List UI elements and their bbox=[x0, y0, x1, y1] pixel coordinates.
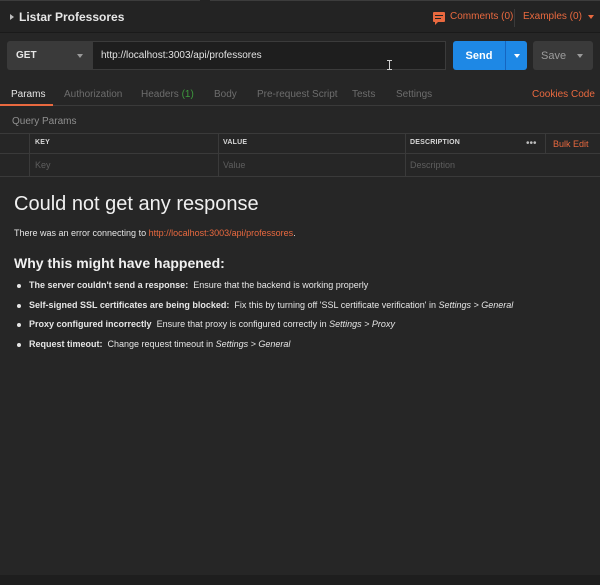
table-row bbox=[0, 154, 600, 177]
send-button[interactable]: Send bbox=[453, 41, 527, 70]
request-title-bar: Listar Professores Comments (0) Examples… bbox=[0, 0, 600, 33]
bottom-edge bbox=[0, 575, 600, 585]
column-divider bbox=[405, 133, 406, 177]
request-title-toggle[interactable]: Listar Professores bbox=[10, 10, 124, 24]
column-divider bbox=[545, 133, 546, 154]
key-input[interactable]: Key bbox=[35, 160, 51, 170]
tab-authorization[interactable]: Authorization bbox=[64, 89, 122, 100]
reason-setting-path: Settings > General bbox=[438, 299, 514, 310]
code-link[interactable]: Code bbox=[571, 89, 595, 100]
tab-strip-edge bbox=[0, 0, 600, 3]
reason-setting-path: Settings > Proxy bbox=[329, 319, 395, 329]
url-text: http://localhost:3003/api/professores bbox=[101, 50, 262, 61]
value-input[interactable]: Value bbox=[223, 160, 245, 170]
active-tab-indicator bbox=[0, 104, 53, 106]
list-item: Request timeout: Change request timeout … bbox=[17, 338, 513, 358]
list-item: The server couldn't send a response: Ens… bbox=[17, 279, 513, 299]
request-title: Listar Professores bbox=[19, 10, 125, 24]
error-url-link[interactable]: http://localhost:3003/api/professores bbox=[149, 228, 294, 238]
examples-label: Examples (0) bbox=[523, 11, 582, 22]
comments-button[interactable]: Comments (0) bbox=[433, 11, 514, 25]
save-label: Save bbox=[541, 49, 567, 62]
bulk-edit-link[interactable]: Bulk Edit bbox=[553, 139, 589, 149]
list-item: Self-signed SSL certificates are being b… bbox=[17, 299, 513, 319]
column-header-description: DESCRIPTION bbox=[410, 139, 461, 146]
tab-params[interactable]: Params bbox=[11, 89, 45, 100]
column-divider bbox=[29, 133, 30, 177]
method-select[interactable]: GET bbox=[7, 41, 93, 70]
reasons-list: The server couldn't send a response: Ens… bbox=[17, 279, 513, 357]
tab-pre-request-script[interactable]: Pre-request Script bbox=[257, 89, 338, 100]
column-header-key: KEY bbox=[35, 139, 50, 146]
reason-setting-path: Settings > General bbox=[215, 338, 291, 349]
reason-text: Fix this by turning off 'SSL certificate… bbox=[234, 299, 436, 310]
reason-text: Change request timeout in bbox=[107, 338, 214, 349]
tab-settings[interactable]: Settings bbox=[396, 89, 432, 100]
send-label: Send bbox=[465, 49, 493, 62]
table-header-row bbox=[0, 133, 600, 154]
examples-dropdown[interactable]: Examples (0) bbox=[523, 11, 594, 22]
save-button[interactable]: Save bbox=[533, 41, 593, 70]
reason-title: Proxy configured incorrectly bbox=[29, 319, 152, 329]
tab-headers[interactable]: Headers (1) bbox=[141, 89, 194, 100]
reason-text: Ensure that proxy is configured correctl… bbox=[156, 319, 327, 329]
comment-icon bbox=[433, 11, 445, 25]
chevron-down-icon bbox=[587, 14, 594, 19]
divider bbox=[514, 9, 515, 27]
column-header-value: VALUE bbox=[223, 139, 248, 146]
response-error-message: There was an error connecting to http://… bbox=[14, 228, 296, 238]
caret-right-icon[interactable] bbox=[10, 14, 14, 20]
tab-headers-label: Headers bbox=[141, 89, 179, 100]
query-params-heading: Query Params bbox=[12, 116, 77, 127]
reason-text: Ensure that the backend is working prope… bbox=[193, 280, 369, 290]
description-input[interactable]: Description bbox=[410, 160, 455, 170]
more-options-icon[interactable]: ••• bbox=[526, 138, 537, 149]
chevron-down-icon bbox=[513, 53, 520, 58]
why-heading: Why this might have happened: bbox=[14, 255, 225, 271]
reason-title: Request timeout: bbox=[29, 338, 103, 349]
response-error-title: Could not get any response bbox=[14, 193, 259, 215]
text-cursor-icon bbox=[387, 60, 392, 70]
url-input[interactable]: http://localhost:3003/api/professores bbox=[93, 41, 446, 70]
column-divider bbox=[218, 133, 219, 177]
comments-label: Comments (0) bbox=[450, 11, 514, 22]
reason-title: Self-signed SSL certificates are being b… bbox=[29, 299, 230, 310]
chevron-down-icon bbox=[77, 53, 83, 58]
cookies-link[interactable]: Cookies bbox=[532, 89, 568, 100]
error-suffix: . bbox=[293, 228, 296, 238]
reason-title: The server couldn't send a response: bbox=[29, 280, 189, 290]
request-tabs: Params Authorization Headers (1) Body Pr… bbox=[0, 85, 600, 106]
error-prefix: There was an error connecting to bbox=[14, 228, 147, 238]
chevron-down-icon[interactable] bbox=[577, 53, 583, 58]
query-params-table: KEY VALUE DESCRIPTION ••• Bulk Edit Key … bbox=[0, 133, 600, 177]
send-options-button[interactable] bbox=[506, 53, 527, 58]
tab-tests[interactable]: Tests bbox=[352, 89, 375, 100]
method-label: GET bbox=[16, 50, 37, 61]
tab-body[interactable]: Body bbox=[214, 89, 237, 100]
list-item: Proxy configured incorrectly Ensure that… bbox=[17, 318, 513, 338]
headers-count-badge: (1) bbox=[181, 89, 194, 100]
